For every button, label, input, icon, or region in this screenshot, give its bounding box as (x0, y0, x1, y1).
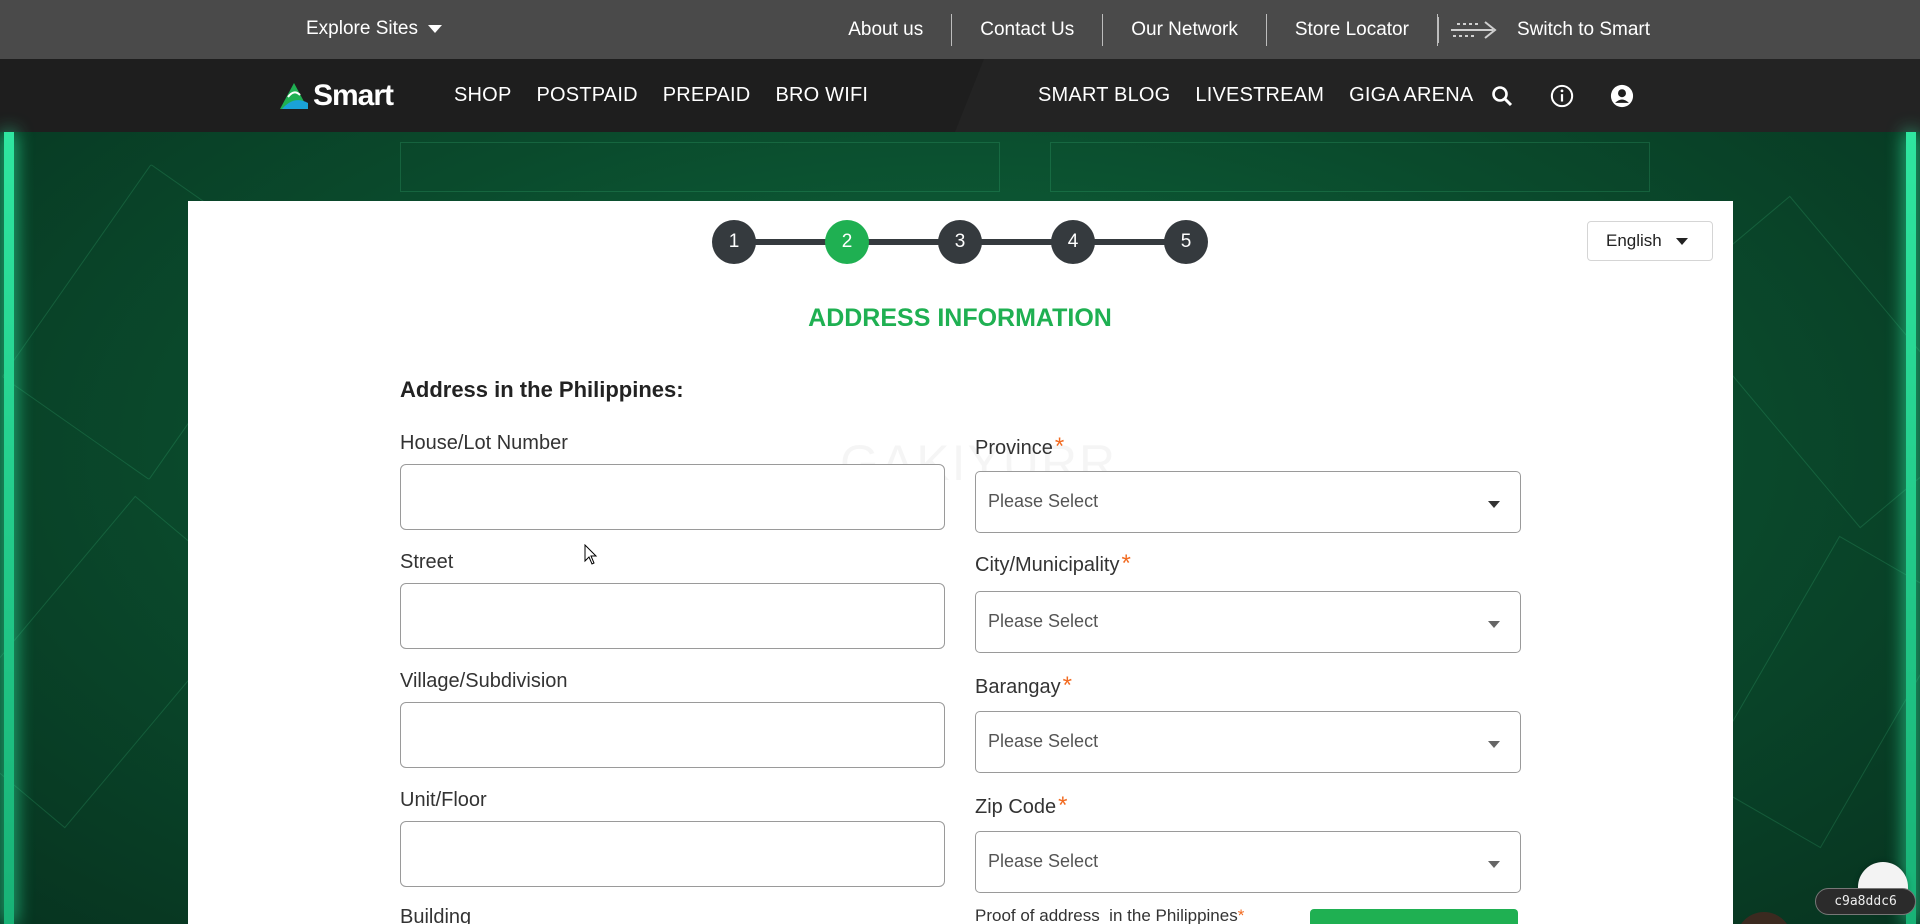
required-marker: * (1237, 906, 1245, 924)
nav-smart-blog[interactable]: SMART BLOG (1038, 84, 1170, 107)
zip-code-label: Zip Code* (975, 792, 1068, 820)
caret-down-icon (1488, 501, 1500, 508)
utility-bar: Explore Sites About us Contact Us Our Ne… (0, 0, 1920, 59)
account-icon[interactable] (1610, 84, 1634, 108)
caret-down-icon (1675, 237, 1688, 245)
nav-giga-arena[interactable]: GIGA ARENA (1349, 84, 1473, 107)
smart-logo[interactable]: Smart (278, 79, 394, 113)
smart-logo-icon (280, 83, 308, 109)
street-input[interactable] (400, 583, 945, 649)
nav-postpaid[interactable]: POSTPAID (536, 84, 637, 107)
step-1[interactable]: 1 (712, 220, 756, 264)
section-title: ADDRESS INFORMATION (808, 304, 1112, 332)
city-municipality-placeholder: Please Select (988, 611, 1099, 631)
nav-right: SMART BLOG LIVESTREAM GIGA ARENA (1038, 59, 1473, 132)
required-marker: * (1062, 672, 1072, 699)
province-label-text: Province (975, 437, 1053, 459)
village-subdivision-label: Village/Subdivision (400, 670, 568, 692)
contact-us-link[interactable]: Contact Us (952, 13, 1104, 46)
nav-prepaid[interactable]: PREPAID (663, 84, 751, 107)
switch-to-smart-label: Switch to Smart (1516, 18, 1650, 40)
address-subheading: Address in the Philippines: (400, 377, 684, 402)
explore-sites-dropdown[interactable]: Explore Sites (306, 18, 442, 40)
language-select[interactable]: English (1587, 221, 1713, 261)
province-label: Province* (975, 433, 1064, 461)
utility-links: About us Contact Us Our Network Store Lo… (820, 0, 1650, 59)
city-municipality-label-text: City/Municipality (975, 554, 1120, 576)
our-network-link[interactable]: Our Network (1103, 13, 1267, 46)
store-locator-link[interactable]: Store Locator (1267, 13, 1438, 46)
step-3[interactable]: 3 (938, 220, 982, 264)
switch-arrow-icon (1450, 20, 1497, 39)
barangay-select[interactable]: Please Select (975, 711, 1521, 773)
province-select[interactable]: Please Select (975, 471, 1521, 533)
mouse-cursor-icon (584, 544, 598, 565)
barangay-placeholder: Please Select (988, 731, 1099, 751)
unit-floor-input[interactable] (400, 821, 945, 887)
village-subdivision-input[interactable] (400, 702, 945, 768)
caret-down-icon (427, 25, 442, 33)
search-icon[interactable] (1490, 84, 1514, 108)
nav-left: SHOP POSTPAID PREPAID BRO WIFI (454, 59, 868, 132)
required-marker: * (1121, 550, 1131, 577)
unit-floor-label: Unit/Floor (400, 789, 487, 811)
step-4[interactable]: 4 (1051, 220, 1095, 264)
nav-shop[interactable]: SHOP (454, 84, 511, 107)
upload-proof-button[interactable] (1310, 909, 1518, 924)
province-placeholder: Please Select (988, 491, 1099, 511)
zip-code-select[interactable]: Please Select (975, 831, 1521, 893)
step-5[interactable]: 5 (1164, 220, 1208, 264)
language-selected: English (1606, 231, 1662, 250)
barangay-label: Barangay* (975, 672, 1072, 700)
nav-bro-wifi[interactable]: BRO WIFI (775, 84, 868, 107)
required-marker: * (1058, 792, 1068, 819)
version-badge: c9a8ddc6 (1815, 888, 1916, 915)
step-2-active[interactable]: 2 (825, 220, 869, 264)
house-lot-label: House/Lot Number (400, 432, 568, 454)
switch-to-smart-link[interactable]: Switch to Smart (1437, 16, 1650, 43)
info-icon[interactable] (1550, 84, 1574, 108)
circuit-pattern (1050, 142, 1650, 192)
zip-code-placeholder: Please Select (988, 851, 1099, 871)
building-label: Building (400, 906, 472, 924)
house-lot-input[interactable] (400, 464, 945, 530)
nav-livestream[interactable]: LIVESTREAM (1195, 84, 1324, 107)
nav-icons (1490, 59, 1634, 132)
logo-text: Smart (313, 79, 394, 112)
edge-glow-right (1906, 132, 1916, 924)
proof-of-address-label: Proof of address in the Philippines* (975, 906, 1244, 924)
progress-stepper: 1 2 3 4 5 (712, 220, 1208, 264)
city-municipality-select[interactable]: Please Select (975, 591, 1521, 653)
caret-down-icon (1488, 741, 1500, 748)
caret-down-icon (1488, 621, 1500, 628)
street-label: Street (400, 551, 454, 573)
required-marker: * (1054, 433, 1065, 460)
zip-code-label-text: Zip Code (975, 796, 1057, 818)
proof-of-address-text: Proof of address in the Philippines (975, 906, 1238, 924)
circuit-pattern (400, 142, 1000, 192)
edge-glow-left (4, 132, 14, 924)
city-municipality-label: City/Municipality* (975, 550, 1131, 578)
main-nav: Smart SHOP POSTPAID PREPAID BRO WIFI SMA… (0, 59, 1920, 132)
explore-sites-label: Explore Sites (306, 18, 418, 39)
barangay-label-text: Barangay (975, 676, 1061, 698)
caret-down-icon (1488, 861, 1500, 868)
about-us-link[interactable]: About us (820, 13, 953, 46)
